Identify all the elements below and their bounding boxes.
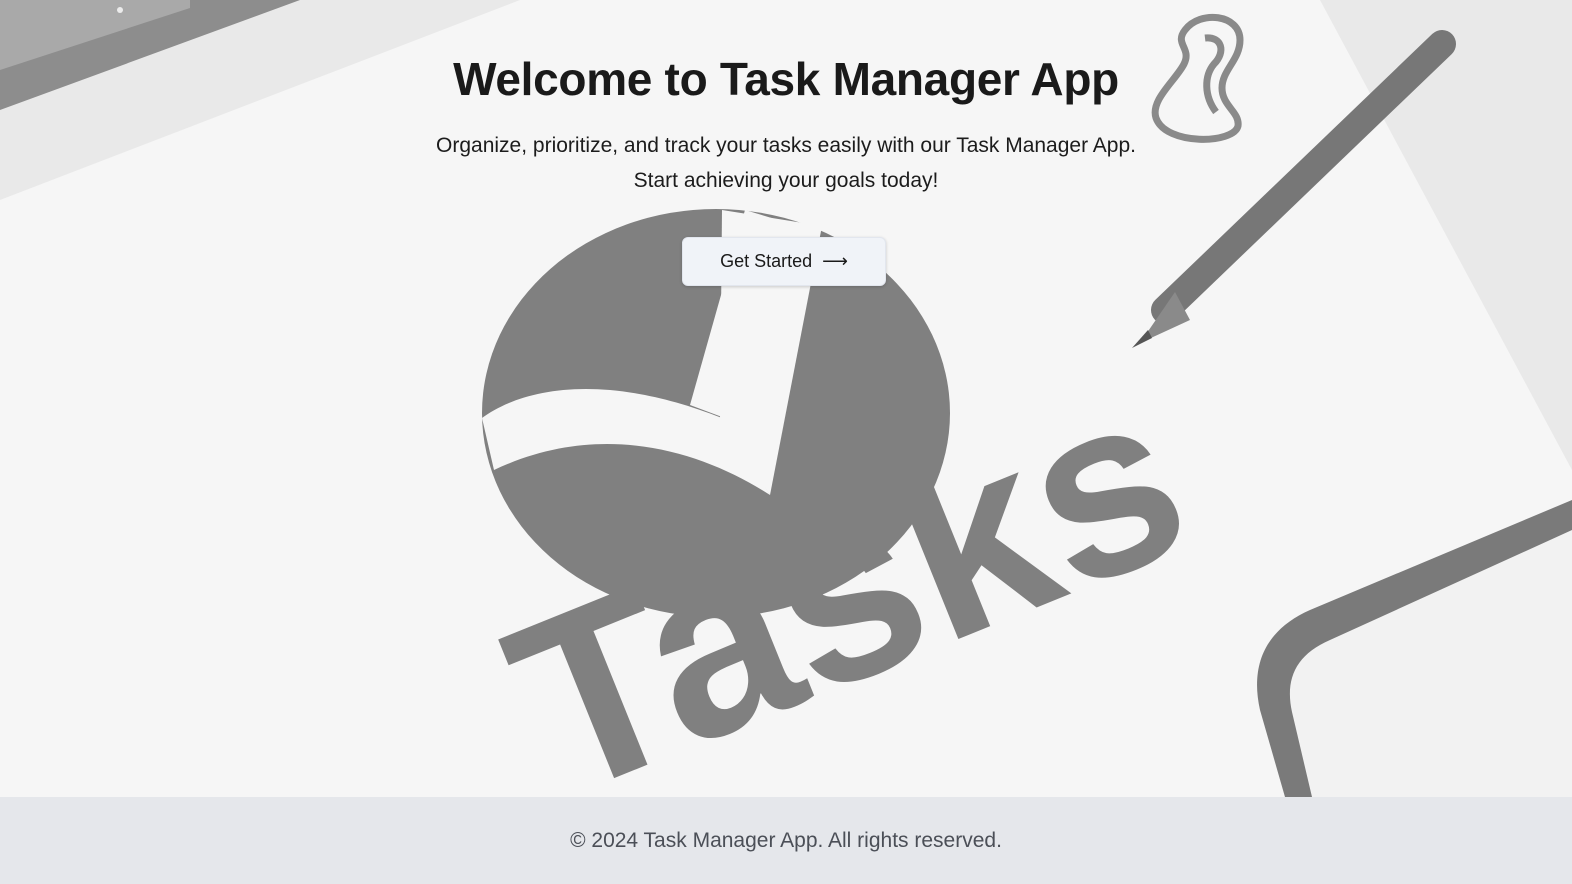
arrow-right-icon: ⟶ bbox=[822, 251, 848, 271]
hero-subtitle: Organize, prioritize, and track your tas… bbox=[386, 128, 1186, 198]
page-title: Welcome to Task Manager App bbox=[453, 53, 1119, 105]
subtitle-line-2: Start achieving your goals today! bbox=[633, 169, 939, 192]
get-started-label: Get Started bbox=[720, 251, 813, 271]
get-started-button[interactable]: Get Started ⟶ bbox=[682, 237, 886, 286]
footer: © 2024 Task Manager App. All rights rese… bbox=[0, 797, 1572, 884]
subtitle-line-1: Organize, prioritize, and track your tas… bbox=[436, 134, 1136, 157]
footer-copyright: © 2024 Task Manager App. All rights rese… bbox=[570, 828, 1002, 852]
hero-section: Tasks Welcome to Task Manager App Organi… bbox=[0, 0, 1572, 797]
hero-background-image: Tasks bbox=[0, 0, 1572, 797]
